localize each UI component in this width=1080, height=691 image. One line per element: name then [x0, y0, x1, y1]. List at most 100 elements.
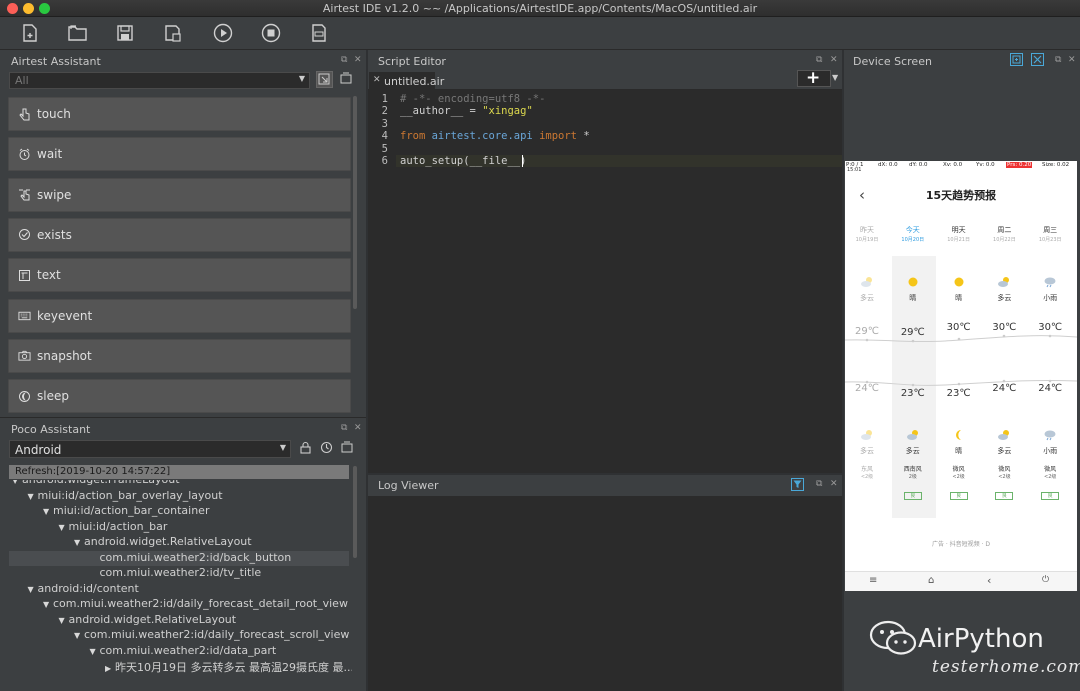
float-panel-icon[interactable]: ⧉	[816, 479, 822, 489]
code-line[interactable]: 6 auto_setup(__file__)	[368, 155, 838, 167]
assist-button-exists[interactable]: exists	[8, 217, 351, 252]
view-log-button[interactable]	[308, 22, 330, 44]
assist-button-touch[interactable]: touch	[8, 97, 351, 131]
expand-arrow-icon[interactable]: ▶	[105, 664, 115, 673]
collapse-arrow-icon[interactable]: ▼	[43, 600, 53, 609]
close-tab-icon[interactable]: ✕	[373, 75, 381, 85]
forecast-day-weather: 晴	[955, 294, 963, 302]
assist-button-keyevent[interactable]: keyevent	[8, 298, 351, 333]
collapse-arrow-icon[interactable]: ▼	[12, 480, 22, 485]
float-panel-icon[interactable]: ⧉	[816, 55, 822, 65]
menu-icon[interactable]: ≡	[869, 575, 877, 586]
ui-hierarchy-tree[interactable]: ▼android.widget.FrameLayout▼miui:id/acti…	[0, 480, 352, 680]
forecast-wind: 微风	[998, 466, 1011, 473]
log-output[interactable]	[368, 496, 842, 691]
float-panel-icon[interactable]: ⧉	[1055, 55, 1061, 65]
code-line[interactable]: 3	[368, 118, 838, 130]
code-line[interactable]: 5	[368, 143, 838, 155]
tree-node[interactable]: ▼ miui:id/action_bar_container	[9, 504, 349, 519]
home-icon[interactable]: ⌂	[928, 575, 934, 586]
tree-node[interactable]: ▼ com.miui.weather2:id/daily_forecast_scr…	[9, 628, 349, 643]
code-line[interactable]: 1 # -*- encoding=utf8 -*-	[368, 93, 838, 105]
collapse-arrow-icon[interactable]: ▼	[74, 631, 84, 640]
tab-list-dropdown-button[interactable]: ▼	[832, 73, 842, 87]
assistant-filter-select[interactable]: All ▼	[9, 72, 310, 89]
collapse-arrow-icon[interactable]: ▼	[28, 492, 38, 501]
tree-scrollbar[interactable]	[353, 466, 357, 558]
tree-node[interactable]: ▼ miui:id/action_bar_overlay_layout	[9, 489, 349, 504]
close-panel-icon[interactable]: ✕	[1068, 55, 1076, 65]
assistant-scrollbar[interactable]	[353, 96, 357, 309]
moon-icon	[18, 390, 31, 403]
float-panel-icon[interactable]: ⧉	[341, 423, 347, 433]
tree-node[interactable]: ▼ android.widget.RelativeLayout	[9, 535, 349, 550]
rotate-screen-icon	[1012, 55, 1021, 64]
collapse-arrow-icon[interactable]: ▼	[28, 585, 38, 594]
collapse-arrow-icon[interactable]: ▼	[74, 538, 84, 547]
close-panel-icon[interactable]: ✕	[354, 423, 362, 433]
assist-button-snapshot[interactable]: snapshot	[8, 338, 351, 373]
landscape-toggle-button[interactable]	[1010, 53, 1023, 66]
tab-untitled-air[interactable]: ✕ untitled.air	[369, 72, 444, 90]
log-filter-button[interactable]	[791, 478, 804, 491]
forecast-day-weather: 多云	[997, 294, 1012, 302]
run-button[interactable]	[212, 22, 234, 44]
close-panel-icon[interactable]: ✕	[830, 55, 838, 65]
tree-node[interactable]: ▶ 昨天10月19日 多云转多云 最高温29摄氏度 最...	[9, 659, 352, 674]
poco-platform-select[interactable]: Android ▼	[9, 440, 291, 458]
collapse-arrow-icon[interactable]: ▼	[90, 647, 100, 656]
collapse-arrow-icon[interactable]: ▼	[43, 507, 53, 516]
forecast-wind: 东风	[860, 466, 873, 473]
forecast-wind-level: <2级	[860, 474, 874, 480]
assist-button-sleep[interactable]: sleep	[8, 379, 351, 414]
alarm-clock-icon	[18, 148, 31, 161]
open-folder-button[interactable]	[67, 22, 89, 44]
tree-node[interactable]: ▼ com.miui.weather2:id/daily_forecast_det…	[9, 597, 349, 612]
tree-node-label: android.widget.FrameLayout	[22, 480, 180, 486]
tree-node[interactable]: ▼ miui:id/action_bar	[9, 520, 349, 535]
assist-button-text[interactable]: text	[8, 258, 351, 293]
code-line[interactable]: 4 from airtest.core.api import *	[368, 130, 838, 142]
tree-node-label: android.widget.RelativeLayout	[68, 612, 237, 626]
new-tab-button[interactable]: +	[797, 68, 831, 88]
tree-node[interactable]: ▼ android.widget.RelativeLayout	[9, 613, 349, 628]
close-panel-icon[interactable]: ✕	[354, 55, 362, 65]
refresh-status-bar: Refresh:[2019-10-20 14:57:22]	[9, 465, 349, 479]
float-panel-icon[interactable]: ⧉	[341, 55, 347, 65]
sun-icon	[906, 275, 920, 289]
editor-log-splitter[interactable]	[368, 473, 842, 475]
tree-node[interactable]: com.miui.weather2:id/tv_title	[9, 566, 349, 581]
tree-node-label: miui:id/action_bar	[68, 519, 168, 533]
new-file-button[interactable]	[19, 22, 41, 44]
assist-button-wait[interactable]: wait	[8, 137, 351, 172]
close-panel-icon[interactable]: ✕	[830, 479, 838, 489]
collapse-arrow-icon[interactable]: ▼	[59, 616, 69, 625]
forecast-night-weather: 小雨	[1043, 447, 1058, 455]
power-icon[interactable]: ⏻	[1042, 575, 1049, 585]
back-icon[interactable]: ‹	[987, 574, 991, 587]
device-screen-mirror[interactable]: P:0 / 1 dX: 0.0 dY: 0.0 Xv: 0.0 Yv: 0.0 …	[845, 161, 1077, 591]
insert-record-button[interactable]	[316, 71, 333, 88]
forecast-day-date: 10月21日	[947, 237, 970, 243]
lock-ui-button[interactable]	[298, 440, 315, 457]
refresh-icon	[320, 441, 333, 454]
ad-banner[interactable]: 广告 · 抖音短视频 · D	[845, 539, 1077, 548]
splitter-right[interactable]	[842, 50, 844, 691]
tree-node[interactable]: ▼android.widget.FrameLayout	[9, 480, 349, 488]
refresh-tree-button[interactable]	[319, 440, 336, 457]
stop-button[interactable]	[260, 22, 282, 44]
save-as-button[interactable]	[162, 22, 184, 44]
save-button[interactable]	[114, 22, 136, 44]
tree-node[interactable]: ▼ com.miui.weather2:id/data_part	[9, 644, 349, 659]
tree-node[interactable]: ▼ android:id/content	[9, 582, 349, 597]
screenshot-assist-button[interactable]	[339, 71, 356, 88]
code-line[interactable]: 2 __author__ = "xingag"	[368, 105, 838, 117]
sun-icon	[952, 275, 966, 289]
check-circle-icon	[18, 228, 31, 241]
line-number: 6	[381, 155, 388, 167]
poco-record-button[interactable]	[340, 440, 357, 457]
assist-button-swipe[interactable]: swipe	[8, 177, 351, 212]
tree-node[interactable]: com.miui.weather2:id/back_button	[9, 550, 349, 566]
device-settings-button[interactable]	[1031, 53, 1044, 66]
collapse-arrow-icon[interactable]: ▼	[59, 523, 69, 532]
